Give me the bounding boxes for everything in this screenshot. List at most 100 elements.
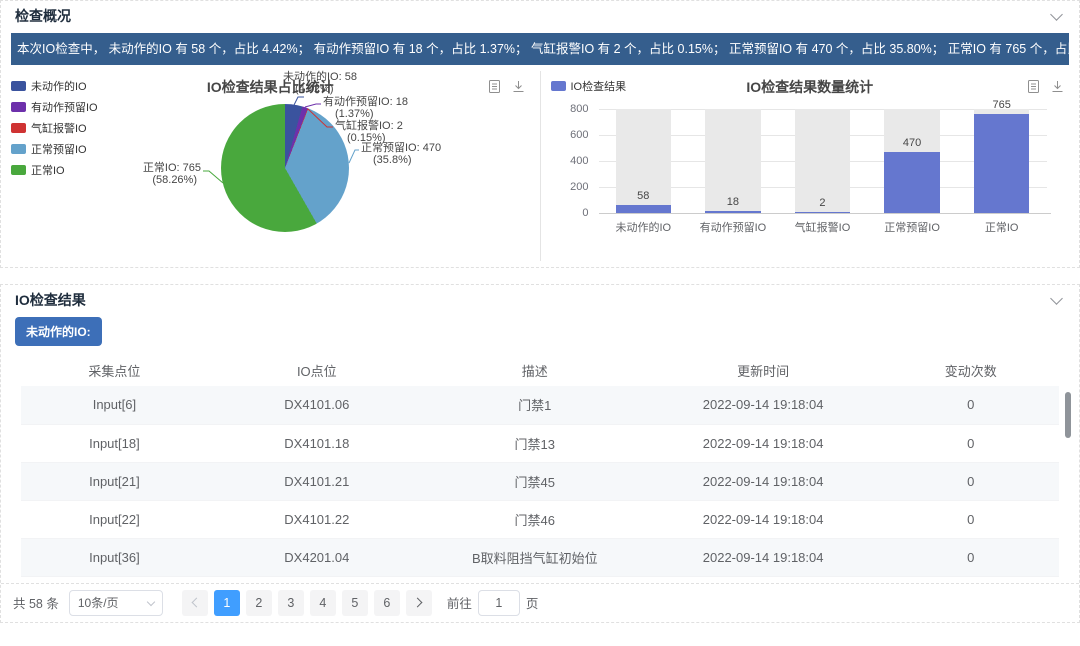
- y-axis-tick: 200: [541, 181, 589, 193]
- bar-value-label: 58: [599, 190, 689, 202]
- table-cell: 门禁1: [426, 386, 644, 424]
- bar-cell: 765: [957, 109, 1047, 213]
- table-cell: 0: [883, 462, 1060, 500]
- pie-legend-item[interactable]: 未动作的IO: [11, 78, 98, 94]
- charts-row: IO检查结果占比统计 未动作的IO 有动作预留IO 气缸报警IO 正常预留IO …: [1, 71, 1079, 267]
- bar-cell: 58: [599, 109, 689, 213]
- bar-cell: 470: [867, 109, 957, 213]
- page-button[interactable]: 3: [278, 590, 304, 616]
- x-axis-label: 有动作预留IO: [688, 219, 778, 235]
- bar: [884, 152, 940, 213]
- legend-label: 正常IO: [31, 162, 65, 178]
- bar-value-label: 765: [957, 99, 1047, 111]
- bar-cell: 2: [778, 109, 868, 213]
- bar: [616, 205, 672, 213]
- table-cell: Input[6]: [21, 386, 208, 424]
- pie-legend: 未动作的IO 有动作预留IO 气缸报警IO 正常预留IO 正常IO: [11, 78, 98, 183]
- goto-input[interactable]: [478, 590, 520, 616]
- legend-swatch: [11, 102, 26, 112]
- pie-legend-item[interactable]: 有动作预留IO: [11, 99, 98, 115]
- dataview-icon[interactable]: [487, 79, 502, 94]
- bar-value-label: 470: [867, 137, 957, 149]
- page-size-select[interactable]: 10条/页: [69, 590, 163, 616]
- table-cell: Input[36]: [21, 538, 208, 576]
- pie-legend-item[interactable]: 正常预留IO: [11, 141, 98, 157]
- table-cell: DX4201.04: [208, 538, 426, 576]
- pie-legend-item[interactable]: 正常IO: [11, 162, 98, 178]
- x-axis-line: [599, 213, 1051, 214]
- legend-swatch: [11, 165, 26, 175]
- dataview-icon[interactable]: [1026, 79, 1041, 94]
- table-cell: 2022-09-14 19:18:04: [644, 424, 883, 462]
- bar-value-label: 2: [778, 197, 868, 209]
- table-cell: DX4101.21: [208, 462, 426, 500]
- bar-value-label: 18: [688, 196, 778, 208]
- results-header: IO检查结果: [1, 285, 1079, 315]
- table-cell: 2022-09-14 19:18:04: [644, 386, 883, 424]
- legend-label: IO检查结果: [571, 78, 627, 94]
- collapse-chevron-icon[interactable]: [1050, 292, 1063, 305]
- legend-label: 正常预留IO: [31, 141, 87, 157]
- page-button[interactable]: 6: [374, 590, 400, 616]
- chevron-down-icon: [147, 597, 155, 605]
- table-cell: 0: [883, 424, 1060, 462]
- y-axis-tick: 600: [541, 129, 589, 141]
- page-button[interactable]: 5: [342, 590, 368, 616]
- pie-label: 正常预留IO: 470(35.8%): [361, 143, 441, 166]
- prev-page-button[interactable]: [182, 590, 208, 616]
- collapse-chevron-icon[interactable]: [1050, 8, 1063, 21]
- x-axis-label: 正常IO: [957, 219, 1047, 235]
- x-axis-label: 未动作的IO: [599, 219, 689, 235]
- y-axis-tick: 800: [541, 103, 589, 115]
- download-icon[interactable]: [511, 79, 526, 94]
- y-axis-tick: 400: [541, 155, 589, 167]
- table-cell: DX4101.18: [208, 424, 426, 462]
- total-count: 共 58 条: [13, 593, 59, 612]
- legend-label: 有动作预留IO: [31, 99, 98, 115]
- table-row: Input[21] DX4101.21 门禁45 2022-09-14 19:1…: [21, 462, 1059, 500]
- page-button[interactable]: 1: [214, 590, 240, 616]
- category-badge[interactable]: 未动作的IO:: [15, 317, 102, 346]
- pie-chart-panel: IO检查结果占比统计 未动作的IO 有动作预留IO 气缸报警IO 正常预留IO …: [1, 71, 541, 261]
- table-row: Input[36] DX4201.04 B取料阻挡气缸初始位 2022-09-1…: [21, 538, 1059, 576]
- table-cell: 0: [883, 386, 1060, 424]
- page-button[interactable]: 2: [246, 590, 272, 616]
- table-cell: 门禁13: [426, 424, 644, 462]
- bar: [705, 211, 761, 213]
- table-cell: DX4101.06: [208, 386, 426, 424]
- bar-legend-item[interactable]: IO检查结果: [551, 78, 627, 94]
- download-icon[interactable]: [1050, 79, 1065, 94]
- chevron-left-icon: [191, 598, 201, 608]
- pie-label: 正常IO: 765(58.26%): [96, 163, 201, 186]
- legend-swatch: [11, 144, 26, 154]
- table-cell: 2022-09-14 19:18:04: [644, 462, 883, 500]
- page-button[interactable]: 4: [310, 590, 336, 616]
- table-header-cell: 采集点位: [21, 354, 208, 386]
- goto-label: 前往: [447, 593, 472, 612]
- next-page-button[interactable]: [406, 590, 432, 616]
- pie-toolbox: [487, 79, 526, 94]
- legend-swatch: [551, 81, 566, 91]
- bar-toolbox: [1026, 79, 1065, 94]
- table-cell: 0: [883, 538, 1060, 576]
- y-axis-tick: 0: [541, 207, 589, 219]
- overview-section: 检查概况 本次IO检查中， 未动作的IO 有 58 个，占比 4.42%； 有动…: [0, 0, 1080, 268]
- summary-banner: 本次IO检查中， 未动作的IO 有 58 个，占比 4.42%； 有动作预留IO…: [11, 33, 1069, 65]
- pie-legend-item[interactable]: 气缸报警IO: [11, 120, 98, 136]
- x-axis-label: 正常预留IO: [867, 219, 957, 235]
- io-table-wrap: 采集点位 IO点位 描述 更新时间 变动次数 Input[6] DX4101.0…: [21, 354, 1059, 577]
- table-cell: 2022-09-14 19:18:04: [644, 538, 883, 576]
- table-cell: Input[18]: [21, 424, 208, 462]
- table-scrollbar-thumb[interactable]: [1065, 392, 1071, 438]
- table-cell: Input[21]: [21, 462, 208, 500]
- legend-swatch: [11, 123, 26, 133]
- bar-chart-panel: IO检查结果数量统计 IO检查结果 800 600 400 200 0: [541, 71, 1080, 261]
- results-section: IO检查结果 未动作的IO: 采集点位 IO点位 描述 更新时间 变动次数 In…: [0, 284, 1080, 623]
- bar: [795, 212, 851, 213]
- legend-label: 气缸报警IO: [31, 120, 87, 136]
- pie-label: 气缸报警IO: 2(0.15%): [335, 121, 403, 144]
- legend-swatch: [11, 81, 26, 91]
- table-row: Input[22] DX4101.22 门禁46 2022-09-14 19:1…: [21, 500, 1059, 538]
- chevron-right-icon: [412, 598, 422, 608]
- table-row: Input[18] DX4101.18 门禁13 2022-09-14 19:1…: [21, 424, 1059, 462]
